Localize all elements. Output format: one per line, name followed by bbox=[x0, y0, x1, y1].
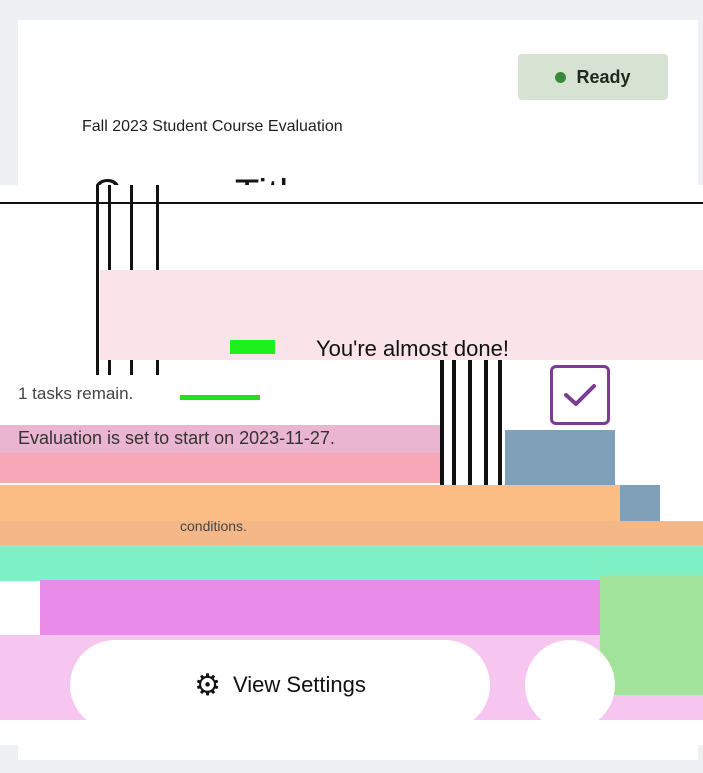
conditions-text: conditions. bbox=[180, 518, 247, 534]
status-dot-icon bbox=[555, 71, 567, 83]
tasks-remaining: 1 tasks remain. bbox=[18, 384, 134, 403]
view-settings-button[interactable]: ⚙ View Settings bbox=[70, 640, 490, 730]
check-icon bbox=[564, 384, 596, 406]
start-message: Evaluation is set to start on 2023-11-27… bbox=[18, 428, 335, 448]
gear-icon: ⚙ bbox=[194, 668, 221, 702]
task-checkbox[interactable] bbox=[550, 365, 610, 425]
view-settings-label: View Settings bbox=[233, 672, 366, 697]
status-badge: Ready bbox=[518, 54, 668, 100]
status-label: Ready bbox=[576, 66, 631, 87]
secondary-round-button[interactable] bbox=[525, 640, 615, 730]
evaluation-title: Fall 2023 Student Course Evaluation bbox=[82, 118, 343, 135]
progress-heading: You're almost done! bbox=[316, 336, 509, 361]
